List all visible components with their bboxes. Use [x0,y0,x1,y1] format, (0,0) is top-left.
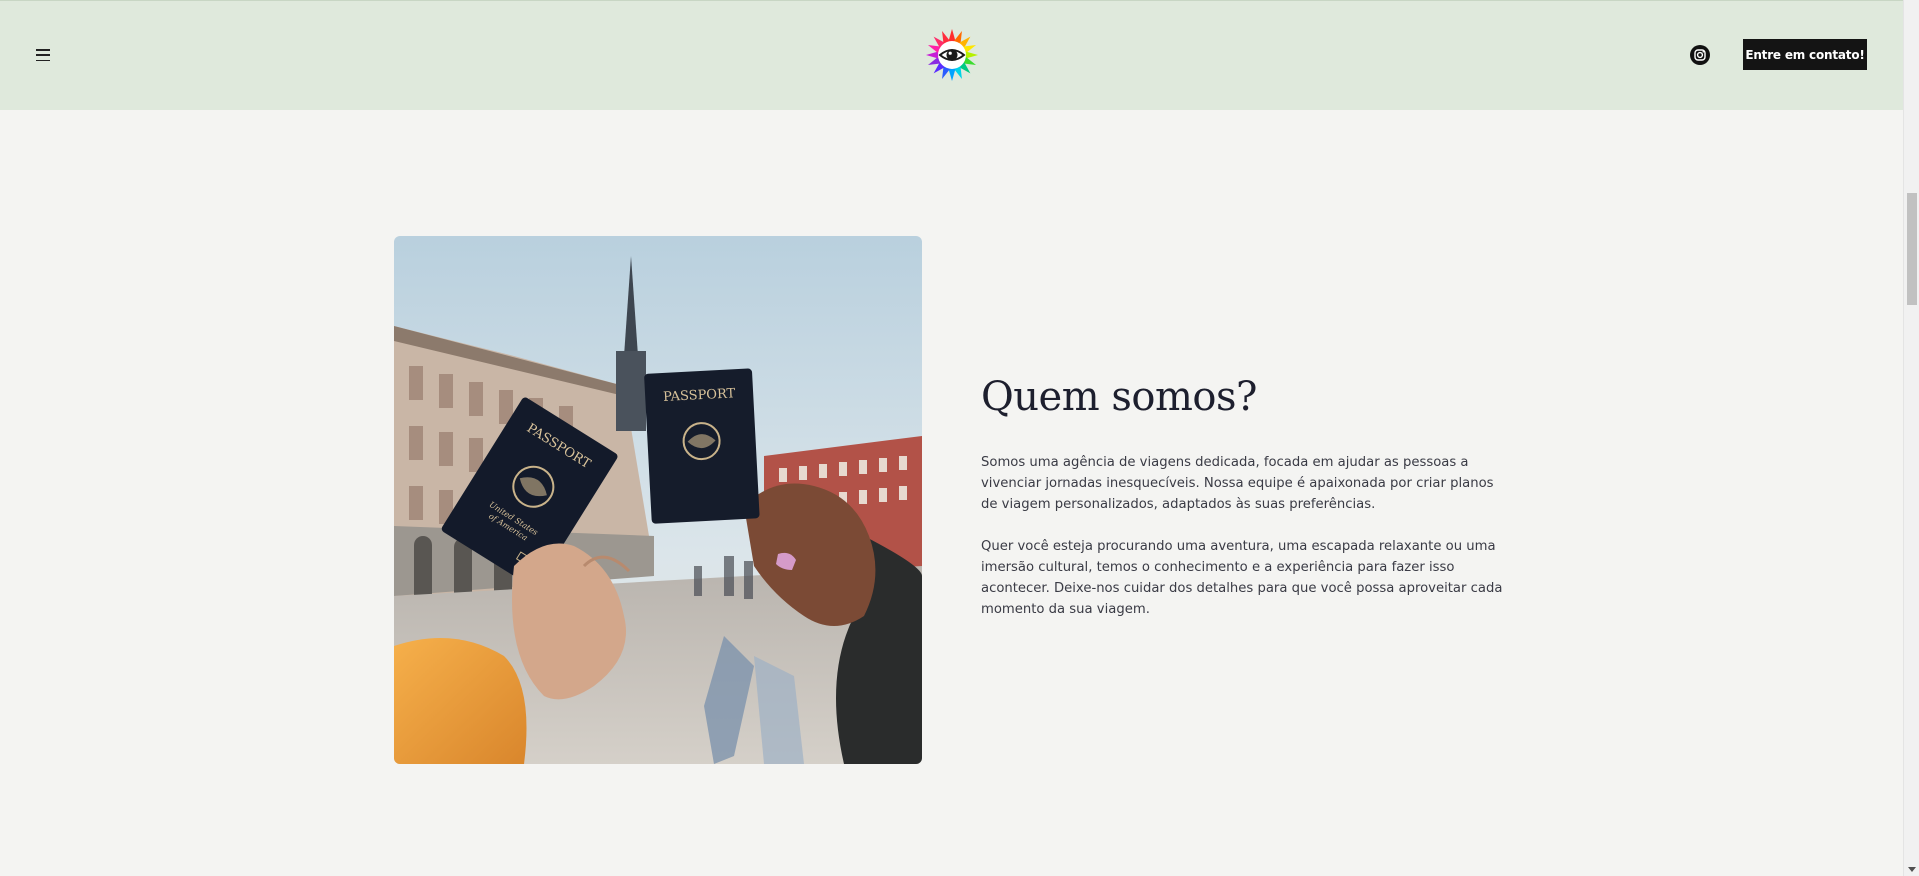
about-paragraph-1: Somos uma agência de viagens dedicada, f… [981,455,1494,512]
scrollbar-thumb[interactable] [1907,193,1917,305]
site-header: Entre em contato! [0,0,1903,110]
scroll-down-arrow-icon[interactable] [1908,867,1916,872]
contact-button[interactable]: Entre em contato! [1743,39,1867,70]
about-title: Quem somos? [981,374,1257,420]
page-scrollbar[interactable] [1903,0,1919,876]
eye-logo-icon[interactable] [925,28,979,82]
hamburger-menu-icon[interactable] [36,49,50,61]
passports-photo: PASSPORT PASSPORT United States of Ameri… [394,236,922,764]
about-paragraph-2: Quer você esteja procurando uma aventura… [981,539,1503,617]
instagram-icon[interactable] [1690,45,1710,65]
